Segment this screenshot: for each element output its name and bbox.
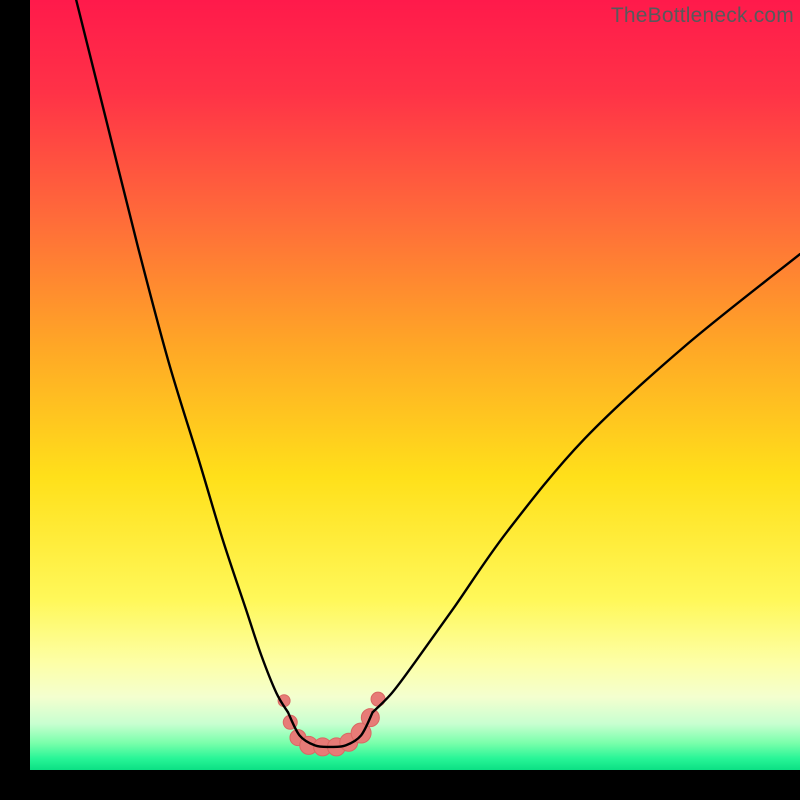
bottleneck-chart (30, 0, 800, 770)
gradient-background (30, 0, 800, 770)
chart-frame: TheBottleneck.com (30, 0, 800, 770)
watermark: TheBottleneck.com (611, 4, 794, 28)
